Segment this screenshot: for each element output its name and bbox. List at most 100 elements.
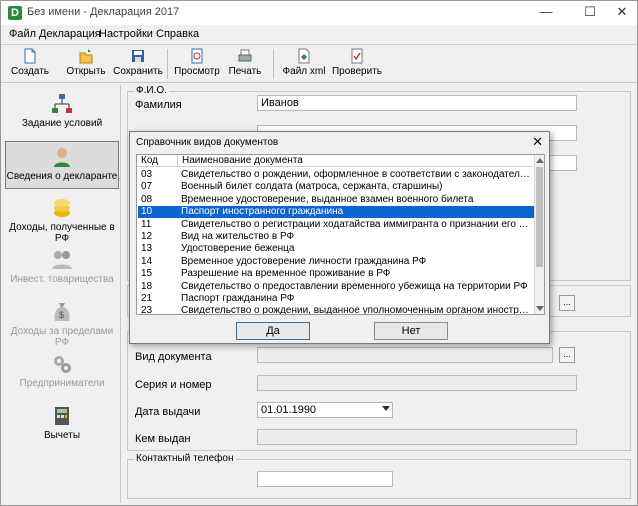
- toolbar-separator: [167, 49, 168, 79]
- table-row[interactable]: 21 Паспорт гражданина РФ: [138, 293, 535, 305]
- yes-button[interactable]: Да: [236, 322, 310, 340]
- document-type-list[interactable]: Код Наименование документа 03 Свидетельст…: [136, 154, 545, 315]
- scroll-down-icon[interactable]: [536, 306, 544, 311]
- dialog-title: Справочник видов документов: [136, 137, 279, 148]
- fio-group-title: Ф.И.О.: [134, 85, 169, 96]
- sidebar-item-deductions[interactable]: Вычеты: [5, 401, 119, 449]
- table-row[interactable]: 07 Военный билет солдата (матроса, сержан…: [138, 181, 535, 193]
- series-label: Серия и номер: [135, 379, 212, 391]
- floppy-disk-icon: [132, 50, 144, 62]
- close-icon[interactable]: ✕: [532, 134, 543, 150]
- new-document-icon: [24, 48, 36, 64]
- print-label: Печать: [228, 66, 262, 77]
- sidebar-item-label: Предприниматели: [19, 378, 105, 389]
- column-header-name[interactable]: Наименование документа: [177, 155, 534, 166]
- table-row[interactable]: 10 Паспорт иностранного гражданина: [138, 206, 535, 219]
- row-code: 12: [141, 231, 153, 242]
- sidebar-item-label: Инвест. товарищества: [10, 274, 114, 285]
- svg-text:$: $: [59, 310, 64, 320]
- sidebar-item-partnerships[interactable]: Инвест. товарищества: [5, 245, 119, 293]
- sidebar-item-entrepreneurs[interactable]: Предприниматели: [5, 349, 119, 397]
- chevron-down-icon[interactable]: [382, 406, 390, 411]
- sidebar-item-label: Доходы за пределами РФ: [10, 326, 114, 348]
- toolbar: Создать Открыть Сохранить Просмотр Печат…: [1, 45, 637, 83]
- doc-type-browse-button[interactable]: ...: [559, 347, 575, 363]
- scroll-thumb[interactable]: [536, 167, 543, 267]
- xml-file-button[interactable]: Файл xml: [279, 47, 329, 81]
- table-row[interactable]: 14 Временное удостоверение личности гражд…: [138, 256, 535, 268]
- row-name: Военный билет солдата (матроса, сержанта…: [181, 181, 443, 193]
- row-name: Паспорт гражданина РФ: [181, 293, 295, 304]
- citizenship-browse-button[interactable]: ...: [559, 295, 575, 311]
- row-code: 13: [141, 243, 153, 255]
- list-scrollbar[interactable]: [534, 155, 544, 314]
- handshake-icon: [52, 251, 72, 269]
- minimize-button[interactable]: —: [531, 1, 561, 25]
- save-button[interactable]: Сохранить: [113, 47, 163, 81]
- row-name: Паспорт иностранного гражданина: [181, 206, 344, 218]
- row-name: Удостоверение беженца: [181, 243, 295, 255]
- sidebar-item-label: Задание условий: [21, 118, 103, 129]
- doc-type-label: Вид документа: [135, 351, 212, 363]
- xml-file-icon: [298, 48, 310, 64]
- doc-type-input[interactable]: [257, 347, 553, 363]
- close-window-button[interactable]: ✕: [607, 1, 637, 25]
- sidebar-item-income-abroad[interactable]: $ Доходы за пределами РФ: [5, 297, 119, 348]
- scroll-up-icon[interactable]: [536, 158, 544, 163]
- preview-label: Просмотр: [174, 66, 220, 77]
- row-name: Свидетельство о предоставлении временног…: [181, 280, 528, 292]
- table-row[interactable]: 03 Свидетельство о рождении, оформленное …: [138, 169, 535, 181]
- check-button[interactable]: Проверить: [331, 47, 383, 81]
- issue-date-select[interactable]: 01.01.1990: [257, 402, 393, 418]
- row-name: Свидетельство о регистрации ходатайства …: [181, 218, 533, 230]
- row-code: 10: [141, 206, 153, 218]
- issue-date-label: Дата выдачи: [135, 406, 201, 418]
- menu-settings[interactable]: Настройки: [99, 28, 153, 40]
- app-logo-icon: D: [8, 6, 22, 20]
- document-type-dialog: Справочник видов документов ✕ Код Наимен…: [129, 131, 550, 344]
- table-row[interactable]: 12 Вид на жительство в РФ: [138, 231, 535, 243]
- sidebar-item-conditions[interactable]: Задание условий: [5, 89, 119, 137]
- title-bar: D Без имени - Декларация 2017 — ☐ ✕: [1, 1, 637, 25]
- surname-label: Фамилия: [135, 99, 182, 111]
- table-row[interactable]: 23 Свидетельство о рождении, выданное упо…: [138, 305, 535, 315]
- row-code: 23: [141, 305, 153, 315]
- phone-input[interactable]: [257, 471, 393, 487]
- menu-declaration[interactable]: Декларация: [39, 28, 101, 40]
- no-button[interactable]: Нет: [374, 322, 448, 340]
- row-name: Вид на жительство в РФ: [181, 231, 295, 242]
- table-row[interactable]: 11 Свидетельство о регистрации ходатайств…: [138, 219, 535, 231]
- toolbar-separator: [273, 49, 274, 79]
- row-code: 03: [141, 169, 153, 180]
- table-row[interactable]: 08 Временное удостоверение, выданное взам…: [138, 194, 535, 206]
- surname-input[interactable]: Иванов: [257, 95, 577, 111]
- window-title: Без имени - Декларация 2017: [27, 6, 180, 18]
- create-button[interactable]: Создать: [7, 47, 53, 81]
- sidebar-item-label: Сведения о декларанте: [6, 171, 118, 182]
- check-document-icon: [351, 48, 363, 64]
- person-icon: [54, 148, 70, 167]
- maximize-button[interactable]: ☐: [575, 1, 605, 25]
- phone-group-title: Контактный телефон: [134, 453, 236, 464]
- issued-by-label: Кем выдан: [135, 433, 191, 445]
- sidebar-item-income-rf[interactable]: Доходы, полученные в РФ: [5, 193, 119, 244]
- row-name: Временное удостоверение, выданное взамен…: [181, 193, 474, 205]
- column-header-code[interactable]: Код: [141, 155, 158, 166]
- sidebar: Задание условий Сведения о декларанте До…: [3, 85, 121, 503]
- menu-help[interactable]: Справка: [156, 28, 199, 40]
- series-input[interactable]: [257, 375, 577, 391]
- sidebar-item-declarant[interactable]: Сведения о декларанте: [5, 141, 119, 189]
- open-button[interactable]: Открыть: [63, 47, 109, 81]
- table-row[interactable]: 18 Свидетельство о предоставлении временн…: [138, 281, 535, 293]
- check-label: Проверить: [331, 66, 382, 77]
- preview-button[interactable]: Просмотр: [173, 47, 221, 81]
- menu-file[interactable]: Файл: [9, 28, 36, 40]
- open-folder-icon: [79, 49, 93, 64]
- issued-by-input[interactable]: [257, 429, 577, 445]
- table-row[interactable]: 13 Удостоверение беженца: [138, 243, 535, 255]
- row-code: 11: [141, 218, 152, 230]
- print-button[interactable]: Печать: [225, 47, 265, 81]
- printer-icon: [238, 49, 252, 62]
- calculator-icon: [55, 407, 69, 425]
- table-row[interactable]: 15 Разрешение на временное проживание в Р…: [138, 268, 535, 280]
